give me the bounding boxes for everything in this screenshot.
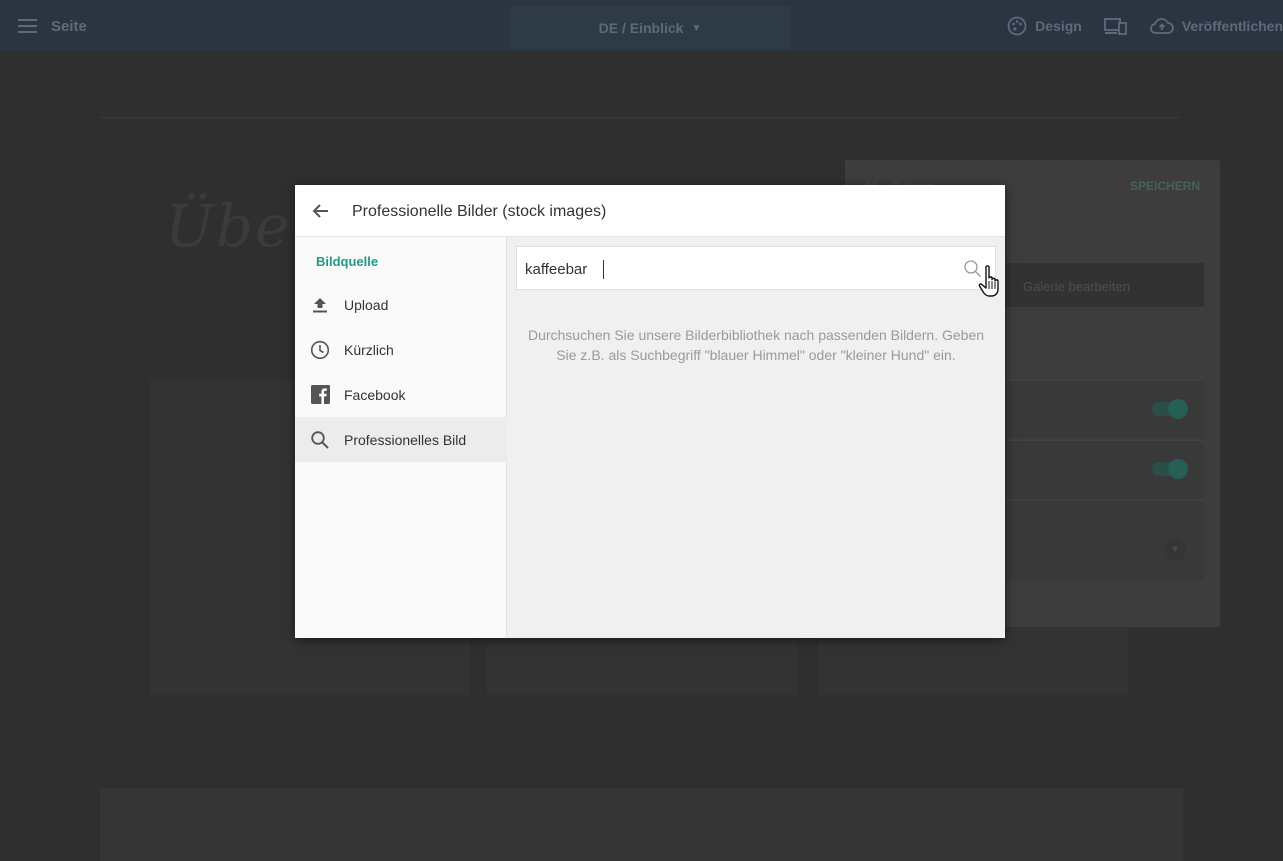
chevron-down-icon[interactable]: ▼ xyxy=(1164,539,1186,561)
save-button[interactable]: SPEICHERN xyxy=(1130,179,1200,193)
palette-icon xyxy=(1007,16,1027,36)
design-label: Design xyxy=(1035,18,1082,34)
clock-icon xyxy=(310,340,330,360)
publish-label: Veröffentlichen xyxy=(1181,18,1283,34)
text-caret xyxy=(603,260,604,279)
sidebar-item-label: Kürzlich xyxy=(344,341,394,358)
upload-icon xyxy=(310,295,330,315)
stock-images-dialog: Professionelle Bilder (stock images) Bil… xyxy=(295,185,1005,638)
top-bar: Seite DE / Einblick ▼ Design Veröffentli… xyxy=(0,0,1283,52)
search-box xyxy=(516,246,996,290)
arrow-left-icon xyxy=(312,204,328,218)
hand-pointer-cursor-icon xyxy=(978,265,999,297)
page-footer xyxy=(100,788,1183,861)
page-menu-label: Seite xyxy=(51,17,87,35)
page-divider xyxy=(100,117,1180,118)
search-input[interactable] xyxy=(525,257,955,281)
sidebar-item-label: Facebook xyxy=(344,386,406,403)
image-source-sidebar: Bildquelle Upload Kürzlich Facebook Prof… xyxy=(295,237,507,638)
devices-icon xyxy=(1103,18,1127,35)
sidebar-item-facebook[interactable]: Facebook xyxy=(295,372,507,417)
search-hint: Durchsuchen Sie unsere Bilderbibliothek … xyxy=(527,327,985,363)
stock-search-panel: Durchsuchen Sie unsere Bilderbibliothek … xyxy=(507,237,1005,638)
cloud-upload-icon xyxy=(1149,18,1174,34)
language-page-label: DE / Einblick xyxy=(598,20,684,36)
toggle-switch[interactable] xyxy=(1152,399,1188,419)
facebook-icon xyxy=(310,385,330,405)
language-page-selector[interactable]: DE / Einblick ▼ xyxy=(510,6,790,50)
design-button[interactable]: Design xyxy=(1007,16,1082,36)
publish-button[interactable]: Veröffentlichen xyxy=(1149,17,1283,35)
dialog-title: Professionelle Bilder (stock images) xyxy=(352,203,607,220)
sidebar-item-label: Professionelles Bild xyxy=(344,431,467,448)
sidebar-item-label: Upload xyxy=(344,296,389,313)
sidebar-item-upload[interactable]: Upload xyxy=(295,282,507,327)
device-preview-button[interactable] xyxy=(1103,17,1128,35)
hamburger-menu-icon xyxy=(18,19,37,33)
sidebar-item-recent[interactable]: Kürzlich xyxy=(295,327,507,372)
search-icon xyxy=(310,430,330,450)
page-menu-button[interactable]: Seite xyxy=(18,14,87,38)
back-button[interactable] xyxy=(309,199,333,223)
sidebar-heading: Bildquelle xyxy=(316,254,379,269)
toggle-switch[interactable] xyxy=(1152,459,1188,479)
sidebar-item-stock-image[interactable]: Professionelles Bild xyxy=(295,417,507,462)
chevron-down-icon: ▼ xyxy=(691,22,702,34)
dialog-header: Professionelle Bilder (stock images) xyxy=(295,185,1005,237)
